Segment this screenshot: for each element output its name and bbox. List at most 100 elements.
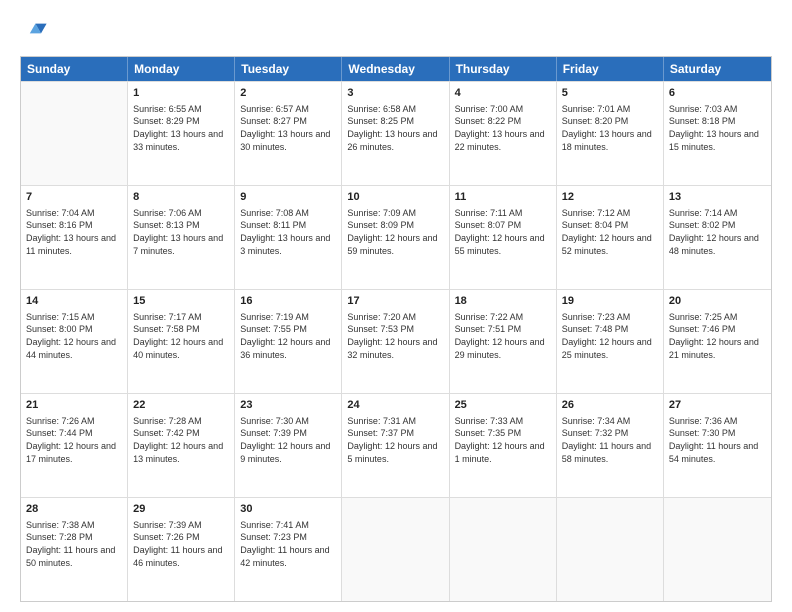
calendar-cell-2-4: 18 Sunrise: 7:22 AMSunset: 7:51 PMDayligh…	[450, 290, 557, 393]
day-number: 12	[562, 190, 658, 205]
calendar-cell-4-3	[342, 498, 449, 601]
calendar-cell-2-5: 19 Sunrise: 7:23 AMSunset: 7:48 PMDayligh…	[557, 290, 664, 393]
day-info: Sunrise: 7:11 AMSunset: 8:07 PMDaylight:…	[455, 207, 551, 257]
day-number: 23	[240, 398, 336, 413]
day-number: 24	[347, 398, 443, 413]
calendar-cell-2-3: 17 Sunrise: 7:20 AMSunset: 7:53 PMDayligh…	[342, 290, 449, 393]
calendar-cell-3-5: 26Sunrise: 7:34 AMSunset: 7:32 PMDayligh…	[557, 394, 664, 497]
day-info: Sunrise: 6:58 AMSunset: 8:25 PMDaylight:…	[347, 103, 443, 153]
day-info: Sunrise: 7:28 AMSunset: 7:42 PMDaylight:…	[133, 415, 229, 465]
day-info: Sunrise: 7:25 AMSunset: 7:46 PMDaylight:…	[669, 311, 766, 361]
calendar-cell-1-4: 11 Sunrise: 7:11 AMSunset: 8:07 PMDayligh…	[450, 186, 557, 289]
day-info: Sunrise: 7:30 AMSunset: 7:39 PMDaylight:…	[240, 415, 336, 465]
day-number: 7	[26, 190, 122, 205]
day-number: 16	[240, 294, 336, 309]
day-info: Sunrise: 7:08 AMSunset: 8:11 PMDaylight:…	[240, 207, 336, 257]
calendar-cell-4-4	[450, 498, 557, 601]
day-info: Sunrise: 7:39 AMSunset: 7:26 PMDaylight:…	[133, 519, 229, 569]
day-info: Sunrise: 7:36 AMSunset: 7:30 PMDaylight:…	[669, 415, 766, 465]
day-info: Sunrise: 7:41 AMSunset: 7:23 PMDaylight:…	[240, 519, 336, 569]
day-number: 30	[240, 502, 336, 517]
day-number: 4	[455, 86, 551, 101]
day-info: Sunrise: 7:06 AMSunset: 8:13 PMDaylight:…	[133, 207, 229, 257]
calendar-row-1: 7 Sunrise: 7:04 AMSunset: 8:16 PMDaylight…	[21, 185, 771, 289]
day-number: 8	[133, 190, 229, 205]
day-number: 19	[562, 294, 658, 309]
calendar-cell-2-1: 15 Sunrise: 7:17 AMSunset: 7:58 PMDayligh…	[128, 290, 235, 393]
calendar-body: 1 Sunrise: 6:55 AMSunset: 8:29 PMDaylight…	[21, 81, 771, 601]
day-info: Sunrise: 7:31 AMSunset: 7:37 PMDaylight:…	[347, 415, 443, 465]
calendar-cell-1-2: 9Sunrise: 7:08 AMSunset: 8:11 PMDaylight…	[235, 186, 342, 289]
weekday-header-wednesday: Wednesday	[342, 57, 449, 81]
calendar-cell-1-5: 12Sunrise: 7:12 AMSunset: 8:04 PMDayligh…	[557, 186, 664, 289]
calendar: SundayMondayTuesdayWednesdayThursdayFrid…	[20, 56, 772, 602]
day-number: 2	[240, 86, 336, 101]
weekday-header-thursday: Thursday	[450, 57, 557, 81]
calendar-cell-3-2: 23 Sunrise: 7:30 AMSunset: 7:39 PMDayligh…	[235, 394, 342, 497]
calendar-cell-1-1: 8 Sunrise: 7:06 AMSunset: 8:13 PMDaylight…	[128, 186, 235, 289]
weekday-header-saturday: Saturday	[664, 57, 771, 81]
day-number: 11	[455, 190, 551, 205]
day-info: Sunrise: 7:01 AMSunset: 8:20 PMDaylight:…	[562, 103, 658, 153]
calendar-cell-0-3: 3 Sunrise: 6:58 AMSunset: 8:25 PMDaylight…	[342, 82, 449, 185]
day-info: Sunrise: 7:03 AMSunset: 8:18 PMDaylight:…	[669, 103, 766, 153]
day-number: 3	[347, 86, 443, 101]
calendar-cell-3-3: 24 Sunrise: 7:31 AMSunset: 7:37 PMDayligh…	[342, 394, 449, 497]
day-number: 13	[669, 190, 766, 205]
calendar-cell-1-3: 10Sunrise: 7:09 AMSunset: 8:09 PMDayligh…	[342, 186, 449, 289]
day-number: 1	[133, 86, 229, 101]
day-info: Sunrise: 6:57 AMSunset: 8:27 PMDaylight:…	[240, 103, 336, 153]
day-number: 14	[26, 294, 122, 309]
calendar-cell-4-5	[557, 498, 664, 601]
logo-icon	[20, 18, 48, 46]
calendar-cell-1-0: 7 Sunrise: 7:04 AMSunset: 8:16 PMDaylight…	[21, 186, 128, 289]
logo	[20, 18, 52, 46]
day-number: 22	[133, 398, 229, 413]
day-info: Sunrise: 7:34 AMSunset: 7:32 PMDaylight:…	[562, 415, 658, 465]
calendar-cell-2-2: 16 Sunrise: 7:19 AMSunset: 7:55 PMDayligh…	[235, 290, 342, 393]
day-info: Sunrise: 7:19 AMSunset: 7:55 PMDaylight:…	[240, 311, 336, 361]
calendar-cell-3-1: 22 Sunrise: 7:28 AMSunset: 7:42 PMDayligh…	[128, 394, 235, 497]
day-info: Sunrise: 7:23 AMSunset: 7:48 PMDaylight:…	[562, 311, 658, 361]
calendar-cell-0-4: 4 Sunrise: 7:00 AMSunset: 8:22 PMDaylight…	[450, 82, 557, 185]
day-number: 10	[347, 190, 443, 205]
day-info: Sunrise: 7:26 AMSunset: 7:44 PMDaylight:…	[26, 415, 122, 465]
day-info: Sunrise: 7:00 AMSunset: 8:22 PMDaylight:…	[455, 103, 551, 153]
calendar-header: SundayMondayTuesdayWednesdayThursdayFrid…	[21, 57, 771, 81]
calendar-cell-4-0: 28Sunrise: 7:38 AMSunset: 7:28 PMDayligh…	[21, 498, 128, 601]
calendar-cell-0-2: 2 Sunrise: 6:57 AMSunset: 8:27 PMDaylight…	[235, 82, 342, 185]
day-number: 25	[455, 398, 551, 413]
calendar-cell-4-6	[664, 498, 771, 601]
day-info: Sunrise: 7:17 AMSunset: 7:58 PMDaylight:…	[133, 311, 229, 361]
calendar-row-4: 28Sunrise: 7:38 AMSunset: 7:28 PMDayligh…	[21, 497, 771, 601]
calendar-row-3: 21Sunrise: 7:26 AMSunset: 7:44 PMDayligh…	[21, 393, 771, 497]
weekday-header-sunday: Sunday	[21, 57, 128, 81]
day-info: Sunrise: 6:55 AMSunset: 8:29 PMDaylight:…	[133, 103, 229, 153]
day-number: 17	[347, 294, 443, 309]
day-number: 28	[26, 502, 122, 517]
calendar-cell-1-6: 13 Sunrise: 7:14 AMSunset: 8:02 PMDayligh…	[664, 186, 771, 289]
calendar-cell-4-2: 30 Sunrise: 7:41 AMSunset: 7:23 PMDayligh…	[235, 498, 342, 601]
calendar-cell-2-6: 20Sunrise: 7:25 AMSunset: 7:46 PMDayligh…	[664, 290, 771, 393]
calendar-cell-3-0: 21Sunrise: 7:26 AMSunset: 7:44 PMDayligh…	[21, 394, 128, 497]
weekday-header-friday: Friday	[557, 57, 664, 81]
day-number: 15	[133, 294, 229, 309]
day-number: 29	[133, 502, 229, 517]
calendar-cell-2-0: 14 Sunrise: 7:15 AMSunset: 8:00 PMDayligh…	[21, 290, 128, 393]
calendar-row-2: 14 Sunrise: 7:15 AMSunset: 8:00 PMDayligh…	[21, 289, 771, 393]
day-info: Sunrise: 7:22 AMSunset: 7:51 PMDaylight:…	[455, 311, 551, 361]
day-info: Sunrise: 7:20 AMSunset: 7:53 PMDaylight:…	[347, 311, 443, 361]
calendar-cell-0-0	[21, 82, 128, 185]
calendar-cell-3-6: 27Sunrise: 7:36 AMSunset: 7:30 PMDayligh…	[664, 394, 771, 497]
day-info: Sunrise: 7:14 AMSunset: 8:02 PMDaylight:…	[669, 207, 766, 257]
weekday-header-tuesday: Tuesday	[235, 57, 342, 81]
day-number: 5	[562, 86, 658, 101]
calendar-cell-3-4: 25Sunrise: 7:33 AMSunset: 7:35 PMDayligh…	[450, 394, 557, 497]
calendar-cell-0-6: 6Sunrise: 7:03 AMSunset: 8:18 PMDaylight…	[664, 82, 771, 185]
day-info: Sunrise: 7:04 AMSunset: 8:16 PMDaylight:…	[26, 207, 122, 257]
day-info: Sunrise: 7:15 AMSunset: 8:00 PMDaylight:…	[26, 311, 122, 361]
header	[20, 18, 772, 46]
calendar-cell-0-5: 5 Sunrise: 7:01 AMSunset: 8:20 PMDaylight…	[557, 82, 664, 185]
calendar-cell-0-1: 1 Sunrise: 6:55 AMSunset: 8:29 PMDaylight…	[128, 82, 235, 185]
day-number: 18	[455, 294, 551, 309]
